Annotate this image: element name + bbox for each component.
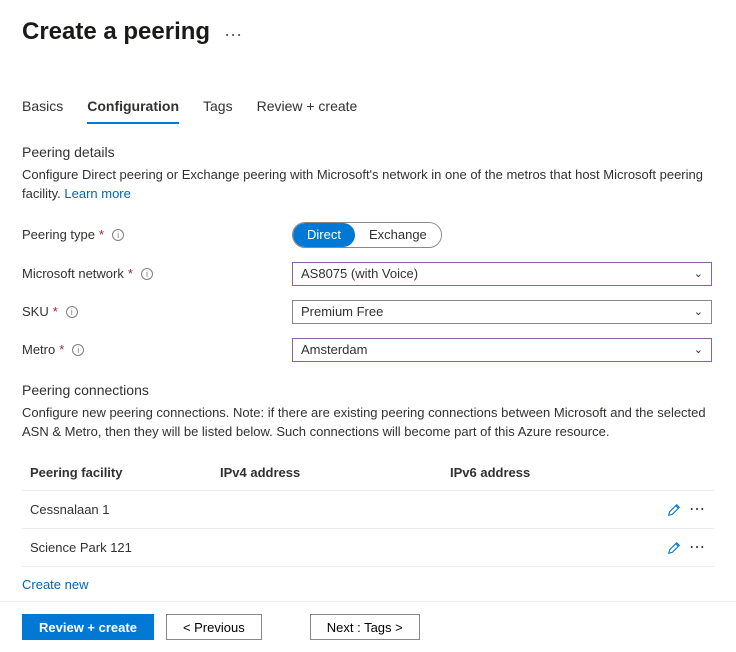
- metro-select[interactable]: Amsterdam ⌄: [292, 338, 712, 362]
- row-more-icon[interactable]: ⋯: [689, 502, 706, 518]
- page-title: Create a peering: [22, 18, 210, 46]
- tab-basics[interactable]: Basics: [22, 98, 63, 124]
- tab-tags[interactable]: Tags: [203, 98, 233, 124]
- chevron-down-icon: ⌄: [694, 343, 703, 356]
- review-create-button[interactable]: Review + create: [22, 614, 154, 640]
- cell-ipv4: [212, 491, 442, 529]
- next-button[interactable]: Next : Tags >: [310, 614, 420, 640]
- peering-details-heading: Peering details: [22, 144, 714, 160]
- connections-table: Peering facility IPv4 address IPv6 addre…: [22, 455, 714, 566]
- table-row[interactable]: Cessnalaan 1 ⋯: [22, 491, 714, 529]
- peering-details-description: Configure Direct peering or Exchange pee…: [22, 166, 714, 204]
- required-marker: *: [128, 266, 133, 281]
- peering-connections-description: Configure new peering connections. Note:…: [22, 404, 714, 442]
- info-icon[interactable]: i: [72, 344, 84, 356]
- col-ipv6: IPv6 address: [442, 455, 654, 491]
- peering-type-direct[interactable]: Direct: [293, 223, 355, 247]
- ms-network-value: AS8075 (with Voice): [301, 266, 418, 281]
- more-actions-icon[interactable]: ⋯: [224, 26, 243, 44]
- chevron-down-icon: ⌄: [694, 267, 703, 280]
- metro-value: Amsterdam: [301, 342, 367, 357]
- tab-configuration[interactable]: Configuration: [87, 98, 179, 124]
- sku-label: SKU * i: [22, 304, 292, 319]
- info-icon[interactable]: i: [141, 268, 153, 280]
- peering-type-exchange[interactable]: Exchange: [355, 223, 441, 247]
- info-icon[interactable]: i: [66, 306, 78, 318]
- learn-more-link[interactable]: Learn more: [64, 186, 130, 201]
- cell-facility: Science Park 121: [22, 528, 212, 566]
- cell-ipv4: [212, 528, 442, 566]
- cell-facility: Cessnalaan 1: [22, 491, 212, 529]
- edit-icon[interactable]: [667, 541, 681, 555]
- chevron-down-icon: ⌄: [694, 305, 703, 318]
- tab-strip: Basics Configuration Tags Review + creat…: [22, 98, 714, 124]
- sku-value: Premium Free: [301, 304, 383, 319]
- row-more-icon[interactable]: ⋯: [689, 540, 706, 556]
- cell-ipv6: [442, 528, 654, 566]
- col-peering-facility: Peering facility: [22, 455, 212, 491]
- tab-review-create[interactable]: Review + create: [257, 98, 358, 124]
- ms-network-label-text: Microsoft network: [22, 266, 124, 281]
- ms-network-select[interactable]: AS8075 (with Voice) ⌄: [292, 262, 712, 286]
- footer-bar: Review + create < Previous Next : Tags >: [0, 601, 736, 652]
- edit-icon[interactable]: [667, 503, 681, 517]
- create-new-link[interactable]: Create new: [22, 577, 88, 592]
- sku-label-text: SKU: [22, 304, 49, 319]
- required-marker: *: [53, 304, 58, 319]
- metro-label-text: Metro: [22, 342, 55, 357]
- sku-select[interactable]: Premium Free ⌄: [292, 300, 712, 324]
- required-marker: *: [99, 227, 104, 242]
- col-ipv4: IPv4 address: [212, 455, 442, 491]
- previous-button[interactable]: < Previous: [166, 614, 262, 640]
- metro-label: Metro * i: [22, 342, 292, 357]
- ms-network-label: Microsoft network * i: [22, 266, 292, 281]
- cell-ipv6: [442, 491, 654, 529]
- info-icon[interactable]: i: [112, 229, 124, 241]
- peering-type-toggle[interactable]: Direct Exchange: [292, 222, 442, 248]
- table-row[interactable]: Science Park 121 ⋯: [22, 528, 714, 566]
- required-marker: *: [59, 342, 64, 357]
- peering-type-label: Peering type * i: [22, 227, 292, 242]
- peering-type-label-text: Peering type: [22, 227, 95, 242]
- peering-connections-heading: Peering connections: [22, 382, 714, 398]
